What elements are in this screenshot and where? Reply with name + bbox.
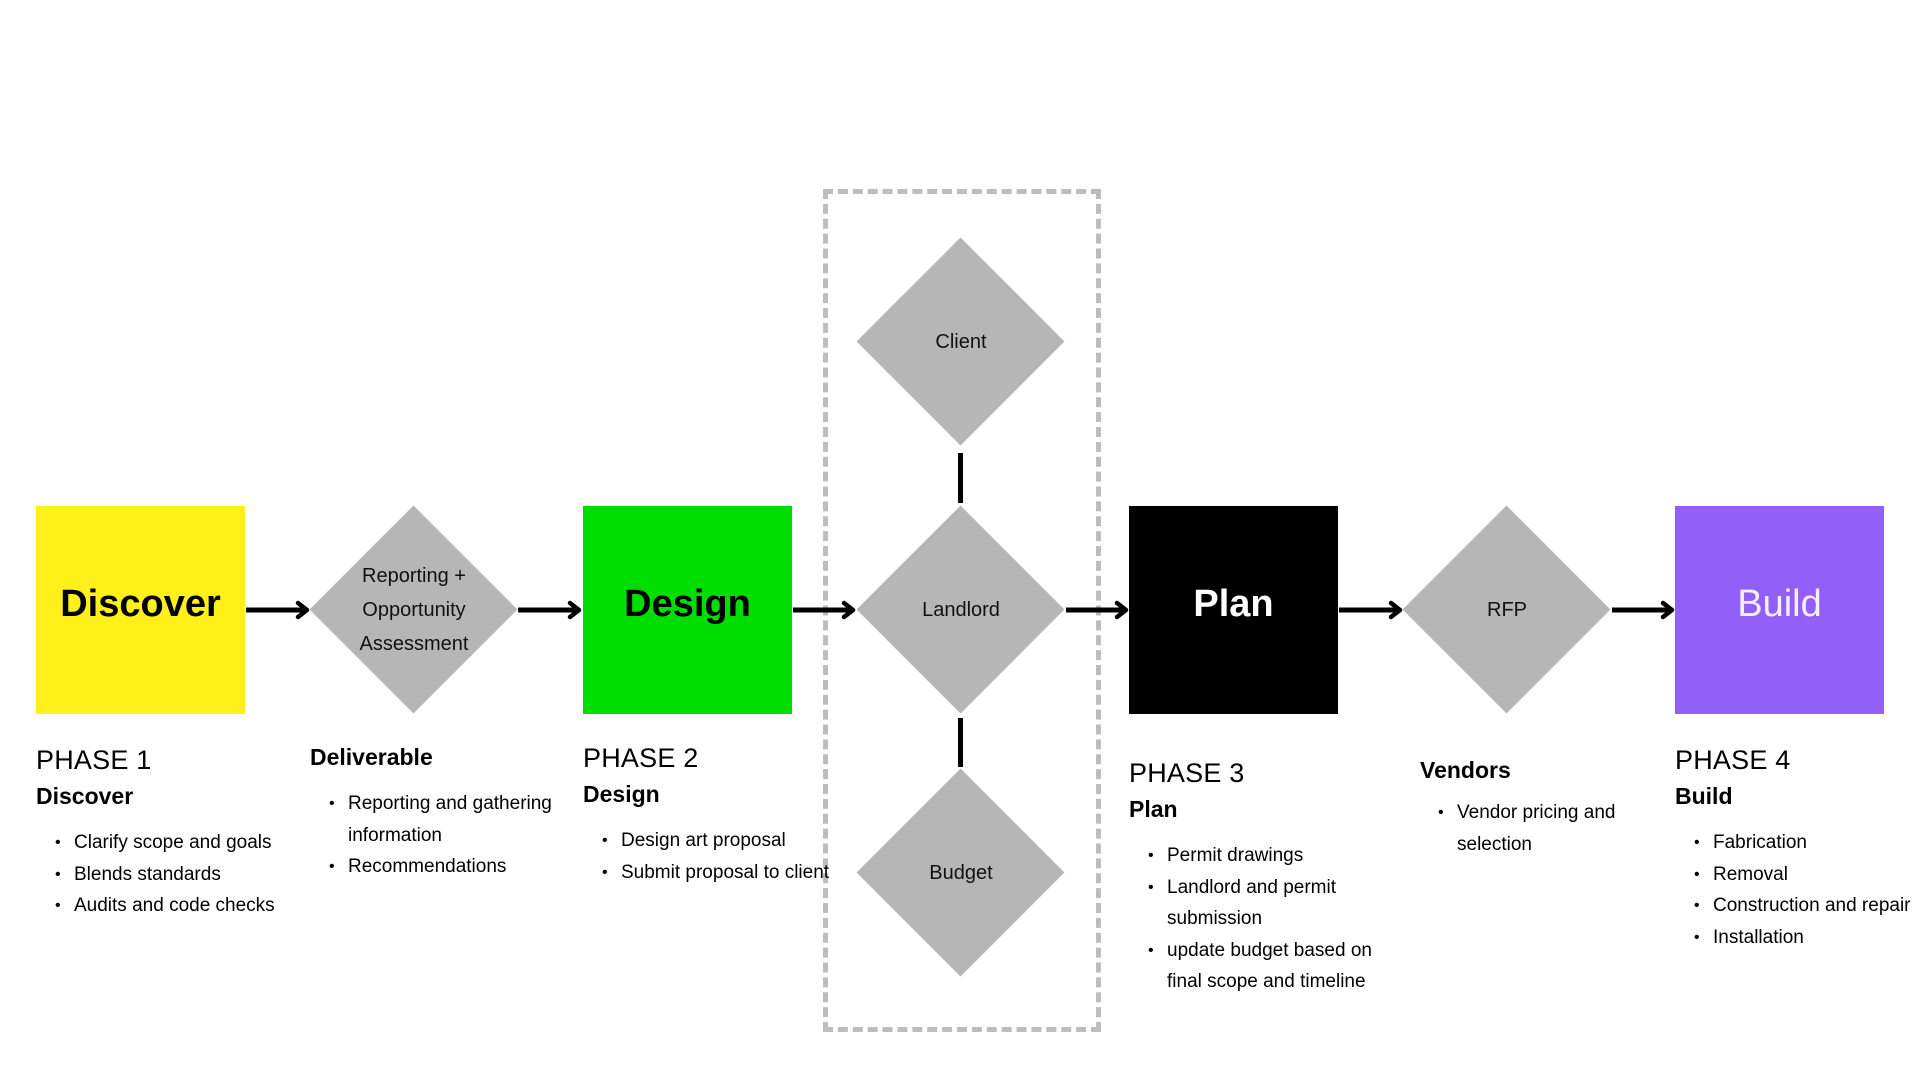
node-client: Client bbox=[856, 237, 1065, 446]
arrow-reporting-to-design bbox=[518, 600, 582, 620]
list-item: Blends standards bbox=[55, 859, 284, 891]
phase3-title: PHASE 3 bbox=[1129, 758, 1245, 788]
node-discover-label: Discover bbox=[60, 582, 221, 625]
arrow-right-icon bbox=[1339, 600, 1403, 620]
node-discover: Discover bbox=[36, 506, 245, 714]
node-design-label: Design bbox=[624, 582, 751, 625]
list-item: Installation bbox=[1694, 922, 1920, 954]
connector-client-landlord bbox=[958, 453, 963, 503]
deliverable-bullets: Reporting and gathering information Reco… bbox=[310, 788, 568, 883]
phase4-subtitle: Build bbox=[1675, 783, 1733, 809]
node-build: Build bbox=[1675, 506, 1884, 714]
list-item: update budget based on final scope and t… bbox=[1148, 935, 1402, 998]
phase4-bullets: Fabrication Removal Construction and rep… bbox=[1675, 827, 1920, 953]
list-item: Permit drawings bbox=[1148, 840, 1402, 872]
arrow-right-icon bbox=[1066, 600, 1129, 620]
phase2-title: PHASE 2 bbox=[583, 743, 699, 773]
phase1-bullets: Clarify scope and goals Blends standards… bbox=[36, 827, 284, 922]
arrow-landlord-to-plan bbox=[1066, 600, 1129, 620]
list-item: Reporting and gathering information bbox=[329, 788, 568, 851]
connector-landlord-budget bbox=[958, 718, 963, 767]
node-reporting-label-line2: Opportunity bbox=[362, 599, 466, 621]
list-item: Vendor pricing and selection bbox=[1438, 797, 1687, 860]
node-build-label: Build bbox=[1737, 582, 1822, 625]
list-item: Landlord and permit submission bbox=[1148, 872, 1402, 935]
vendors-title: Vendors bbox=[1420, 757, 1511, 783]
arrow-design-to-landlord bbox=[793, 600, 856, 620]
list-item: Clarify scope and goals bbox=[55, 827, 284, 859]
list-item: Recommendations bbox=[329, 851, 568, 883]
node-rfp: RFP bbox=[1402, 505, 1611, 714]
node-budget-label: Budget bbox=[929, 862, 993, 884]
phase1-title: PHASE 1 bbox=[36, 745, 152, 775]
node-plan: Plan bbox=[1129, 506, 1338, 714]
node-reporting: Reporting + Opportunity Assessment bbox=[309, 505, 518, 714]
list-item: Removal bbox=[1694, 859, 1920, 891]
arrow-right-icon bbox=[246, 600, 310, 620]
arrow-plan-to-rfp bbox=[1339, 600, 1403, 620]
node-plan-label: Plan bbox=[1193, 582, 1274, 625]
list-item: Fabrication bbox=[1694, 827, 1920, 859]
phase1-subtitle: Discover bbox=[36, 783, 134, 809]
phase2-bullets: Design art proposal Submit proposal to c… bbox=[583, 825, 851, 888]
list-item: Submit proposal to client bbox=[602, 857, 851, 889]
node-reporting-label-line3: Assessment bbox=[359, 633, 469, 655]
node-budget: Budget bbox=[856, 768, 1065, 977]
deliverable-title: Deliverable bbox=[310, 744, 433, 770]
node-landlord: Landlord bbox=[856, 505, 1065, 714]
node-landlord-label: Landlord bbox=[922, 599, 1000, 621]
node-reporting-label-line1: Reporting + bbox=[362, 565, 466, 587]
node-rfp-label: RFP bbox=[1487, 599, 1527, 621]
phase3-subtitle: Plan bbox=[1129, 796, 1178, 822]
node-design: Design bbox=[583, 506, 792, 714]
arrow-right-icon bbox=[518, 600, 582, 620]
vendors-bullets: Vendor pricing and selection bbox=[1419, 797, 1687, 860]
node-client-label: Client bbox=[935, 331, 987, 353]
arrow-right-icon bbox=[1612, 600, 1675, 620]
phase3-bullets: Permit drawings Landlord and permit subm… bbox=[1129, 840, 1402, 998]
arrow-rfp-to-build bbox=[1612, 600, 1675, 620]
list-item: Design art proposal bbox=[602, 825, 851, 857]
list-item: Audits and code checks bbox=[55, 890, 284, 922]
arrow-right-icon bbox=[793, 600, 856, 620]
arrow-discover-to-reporting bbox=[246, 600, 310, 620]
phase4-title: PHASE 4 bbox=[1675, 745, 1791, 775]
list-item: Construction and repair bbox=[1694, 890, 1920, 922]
phase2-subtitle: Design bbox=[583, 781, 660, 807]
